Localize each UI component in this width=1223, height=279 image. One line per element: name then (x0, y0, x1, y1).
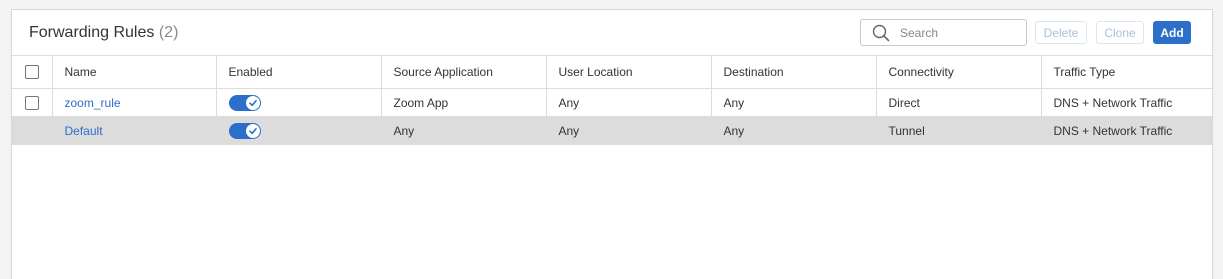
page-title-text: Forwarding Rules (29, 24, 155, 41)
select-all-cell (12, 56, 53, 89)
column-header-traffic-type[interactable]: Traffic Type (1041, 56, 1212, 89)
column-header-source-application[interactable]: Source Application (381, 56, 547, 89)
check-icon (248, 127, 257, 134)
enabled-cell (216, 88, 382, 117)
delete-button[interactable]: Delete (1035, 21, 1087, 44)
user-location-cell: Any (546, 88, 712, 117)
rule-name-link[interactable]: Default (65, 124, 103, 138)
toggle-knob (245, 95, 260, 110)
rule-name-link[interactable]: zoom_rule (65, 96, 121, 110)
check-icon (248, 99, 257, 106)
column-header-user-location[interactable]: User Location (546, 56, 712, 89)
enabled-cell (216, 116, 382, 145)
column-header-name[interactable]: Name (52, 56, 217, 89)
clone-button[interactable]: Clone (1096, 21, 1144, 44)
add-button[interactable]: Add (1153, 21, 1191, 44)
enabled-toggle[interactable] (228, 94, 261, 111)
select-all-checkbox[interactable] (24, 65, 39, 80)
connectivity-cell: Tunnel (876, 116, 1042, 145)
table-header-row: Name Enabled Source Application User Loc… (12, 56, 1212, 89)
column-header-enabled[interactable]: Enabled (216, 56, 382, 89)
search-input[interactable] (900, 25, 1010, 40)
connectivity-cell: Direct (876, 88, 1042, 117)
row-select-cell (12, 116, 53, 145)
user-location-cell: Any (546, 116, 712, 145)
enabled-toggle[interactable] (228, 122, 261, 139)
search-box[interactable] (860, 19, 1027, 46)
name-cell: Default (52, 116, 217, 145)
table-row[interactable]: zoom_rule Zoom App Any Any Direct DNS + … (12, 88, 1212, 117)
traffic-type-cell: DNS + Network Traffic (1041, 116, 1212, 145)
row-checkbox[interactable] (24, 95, 39, 110)
source-application-cell: Any (381, 116, 547, 145)
search-icon (872, 24, 890, 41)
table-row[interactable]: Default Any Any Any Tunnel DNS + Network… (12, 116, 1212, 145)
column-header-connectivity[interactable]: Connectivity (876, 56, 1042, 89)
rules-table: Name Enabled Source Application User Loc… (12, 56, 1212, 145)
panel-header: Forwarding Rules (2) Delete Clone Add (12, 10, 1212, 56)
forwarding-rules-panel: Forwarding Rules (2) Delete Clone Add (11, 9, 1213, 279)
toggle-knob (245, 123, 260, 138)
destination-cell: Any (711, 88, 877, 117)
rule-count: (2) (158, 24, 179, 41)
column-header-destination[interactable]: Destination (711, 56, 877, 89)
row-select-cell (12, 88, 53, 117)
destination-cell: Any (711, 116, 877, 145)
name-cell: zoom_rule (52, 88, 217, 117)
page-title: Forwarding Rules (2) (29, 24, 178, 42)
source-application-cell: Zoom App (381, 88, 547, 117)
traffic-type-cell: DNS + Network Traffic (1041, 88, 1212, 117)
